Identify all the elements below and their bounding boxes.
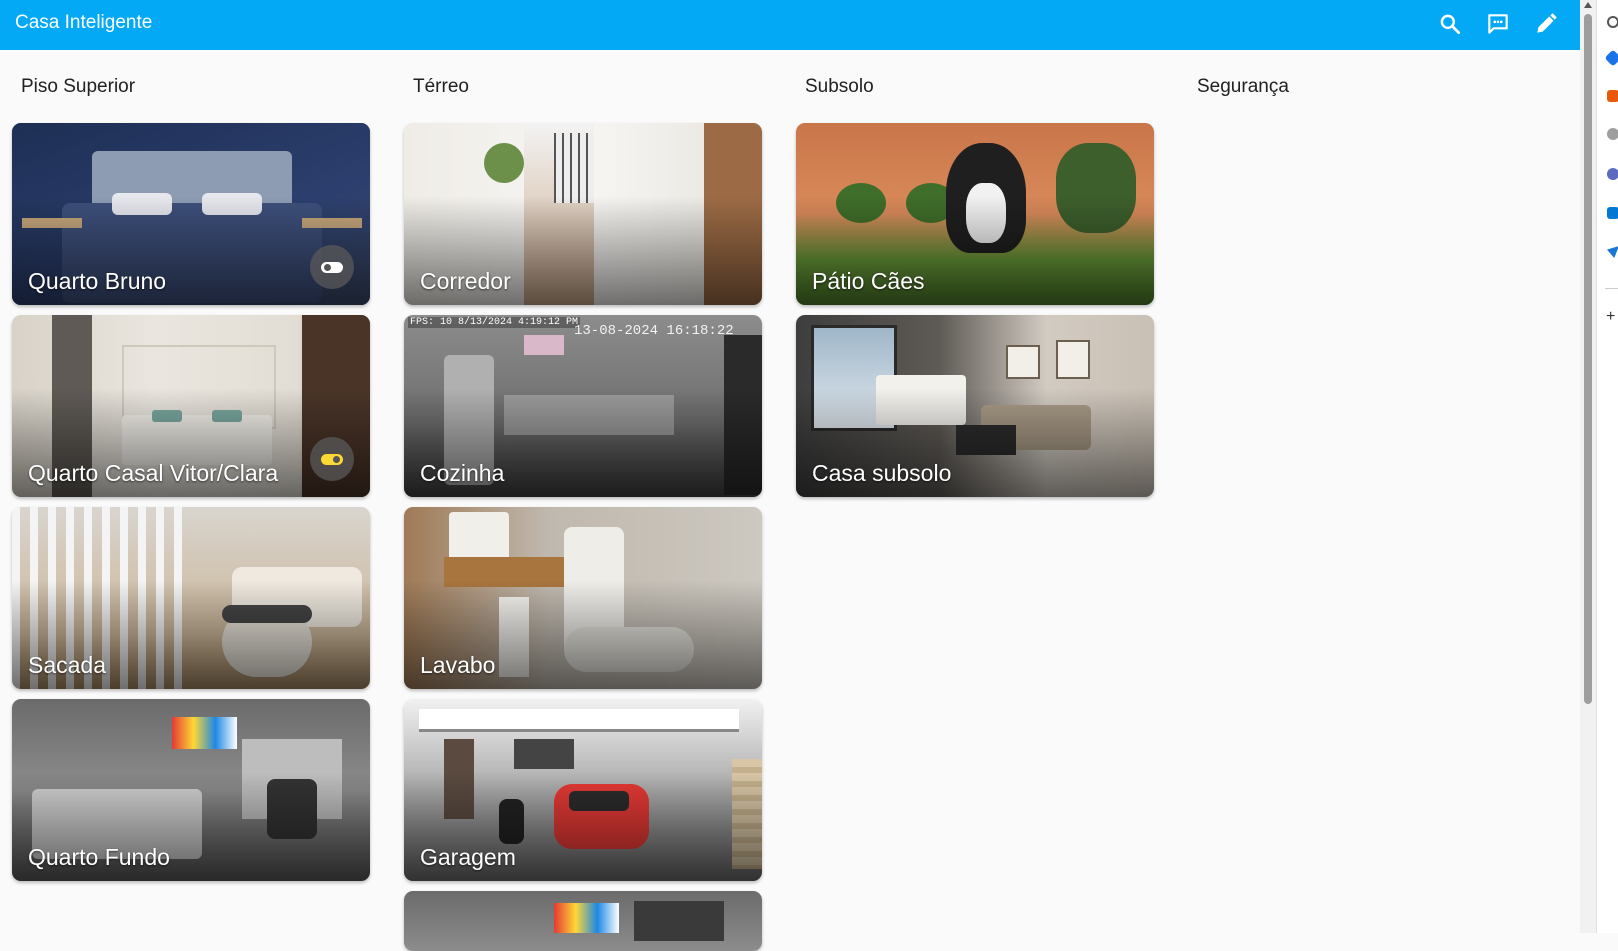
area-card-patio-caes[interactable]: Pátio Cães xyxy=(796,123,1154,305)
toggle-button[interactable] xyxy=(310,437,354,481)
area-card-label: Garagem xyxy=(420,844,516,870)
toggle-on-icon xyxy=(321,453,343,465)
chat-icon[interactable] xyxy=(1485,11,1511,37)
toggle-button[interactable] xyxy=(310,245,354,289)
area-card-cozinha[interactable]: FPS: 10 8/13/2024 4:19:12 PM 13-08-2024 … xyxy=(404,315,762,497)
camera-timestamp-overlay: 13-08-2024 16:18:22 xyxy=(574,323,734,339)
column-title-piso-superior: Piso Superior xyxy=(21,76,136,97)
area-card-quarto-fundo[interactable]: Quarto Fundo xyxy=(12,699,370,881)
column-title-terreo: Térreo xyxy=(413,76,469,97)
column-title-subsolo: Subsolo xyxy=(805,76,874,97)
divider xyxy=(1605,288,1618,289)
column-title-seguranca: Segurança xyxy=(1197,76,1289,97)
toolbox-icon[interactable] xyxy=(1607,90,1618,102)
area-card-label: Pátio Cães xyxy=(812,268,925,294)
page-scrollbar[interactable] xyxy=(1580,0,1596,933)
area-card-label: Lavabo xyxy=(420,652,496,678)
pencil-icon[interactable] xyxy=(1533,11,1559,37)
diamond-icon[interactable] xyxy=(1604,49,1618,67)
app-title: Casa Inteligente xyxy=(15,12,153,33)
area-card-quarto-casal[interactable]: Quarto Casal Vitor/Clara xyxy=(12,315,370,497)
area-card-casa-subsolo[interactable]: Casa subsolo xyxy=(796,315,1154,497)
area-card-label: Cozinha xyxy=(420,460,505,486)
camera-fps-overlay: FPS: 10 8/13/2024 4:19:12 PM xyxy=(408,317,581,328)
area-card-label: Quarto Casal Vitor/Clara xyxy=(28,460,279,486)
outlook-icon[interactable] xyxy=(1607,207,1618,219)
area-card-label: Sacada xyxy=(28,652,107,678)
area-card-partial[interactable] xyxy=(404,891,762,951)
copilot-icon[interactable] xyxy=(1607,168,1618,180)
person-icon[interactable] xyxy=(1607,128,1618,140)
search-icon[interactable] xyxy=(1437,11,1463,37)
area-card-label: Quarto Fundo xyxy=(28,844,170,870)
scroll-up-icon[interactable] xyxy=(1584,2,1592,8)
area-card-label: Quarto Bruno xyxy=(28,268,167,294)
area-card-corredor[interactable]: Corredor xyxy=(404,123,762,305)
area-card-sacada[interactable]: Sacada xyxy=(12,507,370,689)
area-card-lavabo[interactable]: Lavabo xyxy=(404,507,762,689)
scroll-thumb[interactable] xyxy=(1584,14,1592,704)
send-icon[interactable] xyxy=(1607,246,1618,258)
area-card-label: Corredor xyxy=(420,268,511,294)
add-icon[interactable]: + xyxy=(1606,308,1615,326)
area-card-garagem[interactable]: Garagem xyxy=(404,699,762,881)
browser-side-panel: + xyxy=(1596,0,1618,933)
area-card-quarto-bruno[interactable]: Quarto Bruno xyxy=(12,123,370,305)
toggle-off-icon xyxy=(321,261,343,273)
area-card-label: Casa subsolo xyxy=(812,460,952,486)
app-header: Casa Inteligente xyxy=(0,0,1580,50)
search-icon[interactable] xyxy=(1607,16,1618,28)
